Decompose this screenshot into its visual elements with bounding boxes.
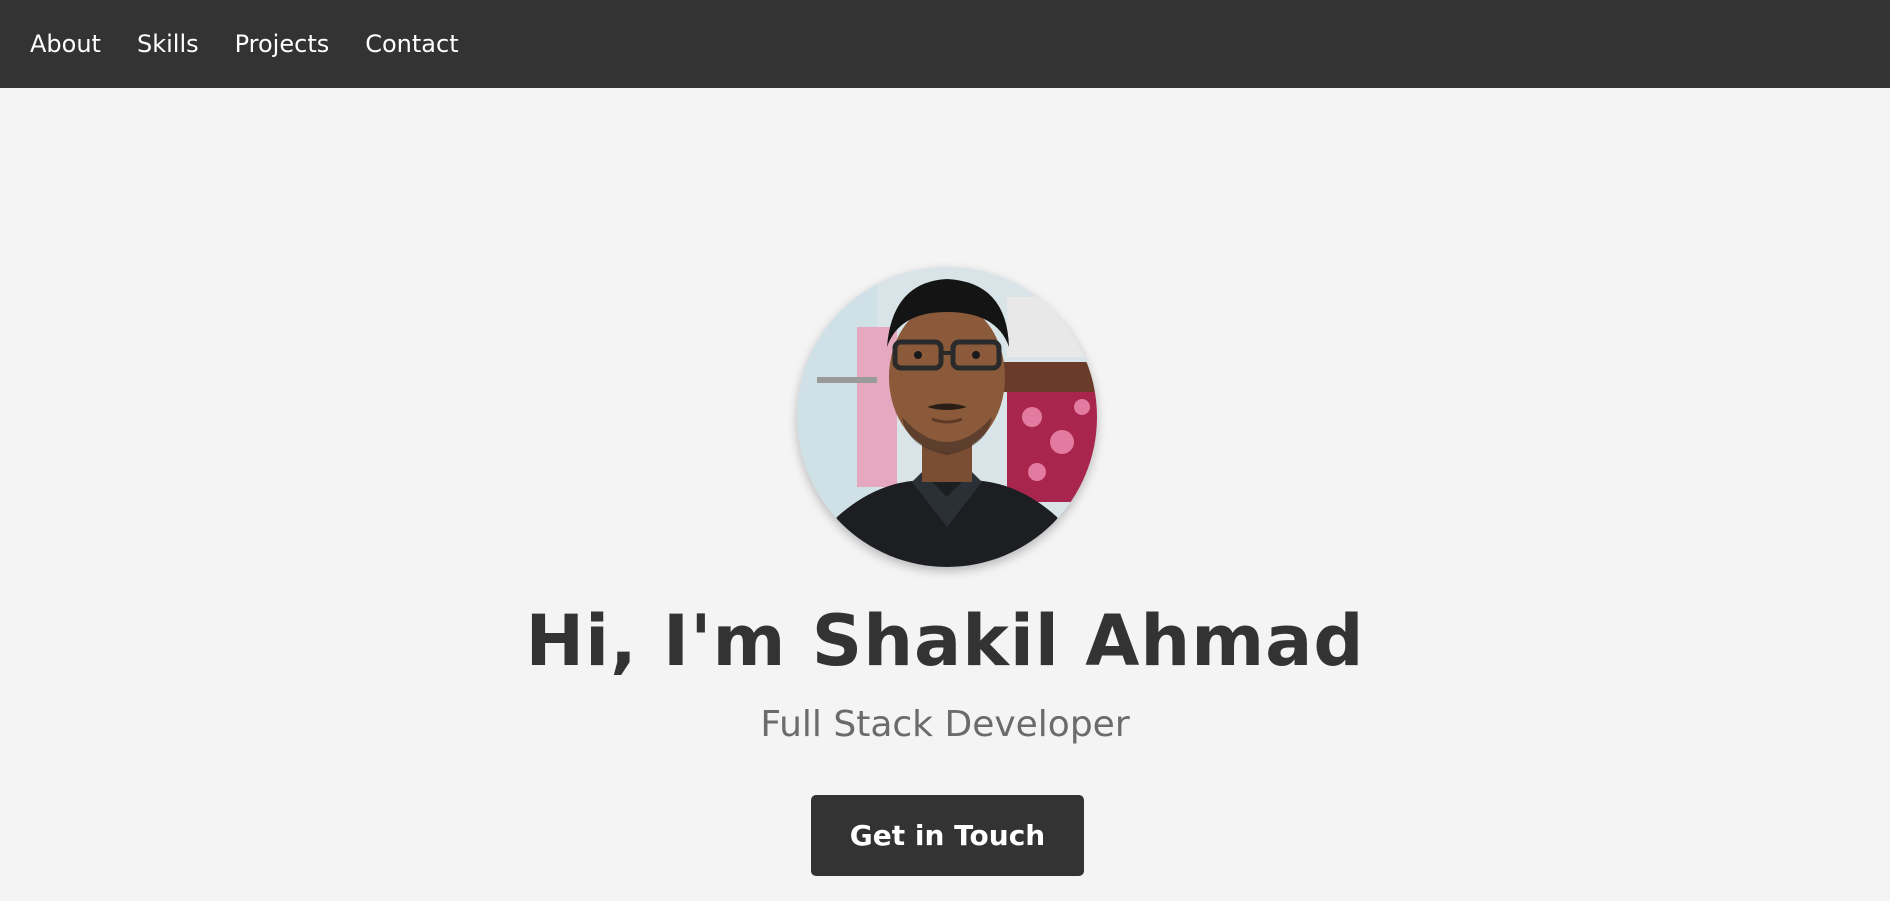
nav-link-skills[interactable]: Skills: [137, 30, 199, 58]
nav-link-about[interactable]: About: [30, 30, 101, 58]
profile-photo-illustration: [797, 267, 1097, 567]
hero-title: Hi, I'm Shakil Ahmad: [525, 600, 1365, 682]
top-navbar: About Skills Projects Contact: [0, 0, 1890, 88]
hero-subtitle: Full Stack Developer: [760, 704, 1130, 745]
nav-link-projects[interactable]: Projects: [235, 30, 330, 58]
profile-photo: [797, 267, 1097, 567]
hero-section: Hi, I'm Shakil Ahmad Full Stack Develope…: [0, 88, 1890, 901]
nav-link-contact[interactable]: Contact: [365, 30, 458, 58]
get-in-touch-button[interactable]: Get in Touch: [811, 795, 1084, 876]
